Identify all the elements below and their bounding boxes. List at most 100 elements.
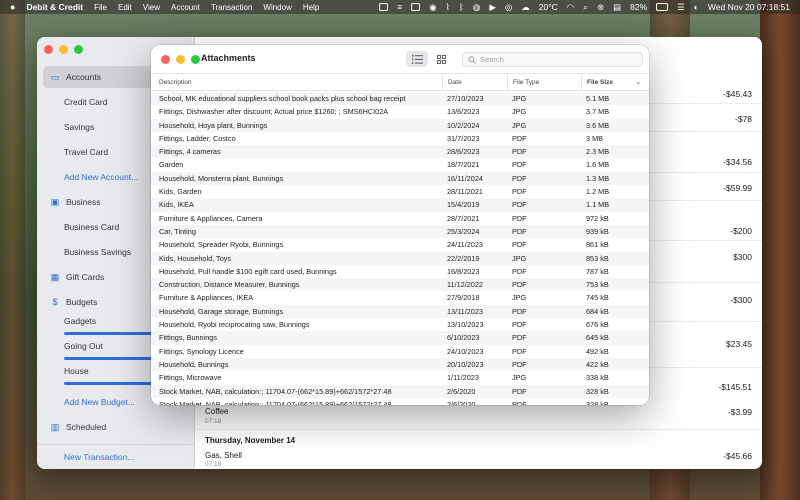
bluetooth-icon[interactable]: ᛒ xyxy=(459,2,464,12)
transaction-amount: -$59.99 xyxy=(723,183,752,193)
zoom-window-button[interactable] xyxy=(74,45,83,54)
cell-description: Fittings, 4 cameras xyxy=(159,147,221,157)
siri-icon[interactable]: ◐ xyxy=(694,2,699,12)
table-row[interactable]: Household, Ryobi reciprocating saw, Bunn… xyxy=(151,318,649,331)
attachments-toolbar: Attachments xyxy=(151,45,649,74)
table-row[interactable]: Household, Garage storage, Bunnings 13/11… xyxy=(151,304,649,319)
list-view-icon xyxy=(411,54,423,64)
wifi-icon[interactable]: ◠ xyxy=(567,2,574,13)
table-row[interactable]: Stock Market, NAB, calculation:; 11704.0… xyxy=(151,398,649,405)
search-field[interactable] xyxy=(462,52,643,67)
menu-edit[interactable]: Edit xyxy=(118,3,132,12)
transaction-time: 07:18 xyxy=(205,418,222,425)
cell-date: 16/8/2023 xyxy=(447,266,480,276)
table-row[interactable]: Kids, IKEA 15/4/2019 PDF 1.1 MB xyxy=(151,198,649,212)
column-header-date[interactable]: Date xyxy=(442,74,507,90)
table-row[interactable]: Car, Tinting 25/3/2024 PDF 939 kB xyxy=(151,224,649,239)
cell-date: 10/2/2024 xyxy=(447,120,480,130)
table-row[interactable]: Fittings, Ladder, Costco 31/7/2023 PDF 3 MB xyxy=(151,132,649,145)
row-divider xyxy=(195,429,762,430)
cell-description: Household, Bunnings xyxy=(159,359,229,369)
weather-temperature[interactable]: 20°C xyxy=(539,2,558,12)
cell-description: Household, Spreader Ryobi, Bunnings xyxy=(159,240,284,250)
menu-file[interactable]: File xyxy=(94,3,107,12)
search-input[interactable] xyxy=(480,55,630,64)
cell-date: 6/10/2023 xyxy=(447,333,480,343)
cell-date: 15/4/2019 xyxy=(447,200,480,210)
cell-file-size: 492 kB xyxy=(586,346,609,356)
cell-date: 22/2/2019 xyxy=(447,253,480,263)
user-status-icon[interactable]: ◎ xyxy=(505,2,512,13)
table-row[interactable]: Household, Pull handle $100 egift card u… xyxy=(151,265,649,278)
transaction-amount: $300 xyxy=(733,252,752,262)
battery-status-icon[interactable] xyxy=(411,3,421,11)
close-window-button[interactable] xyxy=(44,45,53,54)
close-window-button[interactable] xyxy=(161,55,170,64)
table-row[interactable]: Fittings, Synology Licence 24/10/2023 PDF 4… xyxy=(151,345,649,358)
transaction-title: Coffee xyxy=(205,407,229,416)
table-row[interactable]: Furniture & Appliances, Camera 28/7/2021 P… xyxy=(151,212,649,225)
control-icon[interactable]: ⊛ xyxy=(597,2,604,13)
status-app-icon[interactable] xyxy=(379,3,389,11)
minimize-window-button[interactable] xyxy=(59,45,68,54)
menu-view[interactable]: View xyxy=(143,3,160,12)
column-header-file-type[interactable]: File Type xyxy=(507,74,581,90)
new-transaction-label: New Transaction... xyxy=(64,452,135,462)
table-row[interactable]: Fittings, Microwave 1/11/2023 JPG 338 kB xyxy=(151,371,649,384)
table-row[interactable]: Furniture & Appliances, IKEA 27/9/2018 JPG… xyxy=(151,291,649,304)
weather-icon[interactable]: ☁ xyxy=(521,2,530,13)
day-heading: Thursday, November 14 xyxy=(205,436,296,445)
cell-file-type: PDF xyxy=(512,280,527,290)
table-row[interactable]: Household, Bunnings 20/10/2023 PDF 422 kB xyxy=(151,357,649,372)
search-menu-icon[interactable]: ⌕ xyxy=(583,2,588,13)
apple-menu-icon[interactable]: ● xyxy=(10,2,15,12)
menu-window[interactable]: Window xyxy=(263,3,291,12)
menu-account[interactable]: Account xyxy=(171,3,200,12)
table-row[interactable]: Household, Hoya plant, Bunnings 10/2/2024… xyxy=(151,118,649,132)
list-view-button[interactable] xyxy=(406,51,428,67)
flag-input-icon[interactable]: ▤ xyxy=(613,2,621,13)
table-row[interactable]: School, MK educational suppliers school … xyxy=(151,92,649,106)
list-status-icon[interactable]: ≡ xyxy=(397,2,402,12)
table-row[interactable]: Household, Spreader Ryobi, Bunnings 24/11… xyxy=(151,238,649,251)
sidebar-item-label: Business Card xyxy=(64,222,120,232)
grid-view-button[interactable] xyxy=(430,51,452,67)
table-row[interactable]: Household, Monsterra plant, Bunnings 16/1… xyxy=(151,171,649,186)
focus-status-icon[interactable]: ◍ xyxy=(473,2,480,13)
control-center-icon[interactable]: ☰ xyxy=(677,2,685,13)
new-transaction-button[interactable]: New Transaction... xyxy=(37,446,194,468)
credit-card-icon: ▭ xyxy=(50,72,60,82)
cell-date: 1/11/2023 xyxy=(447,373,479,383)
cell-description: Fittings, Dishwasher after discount; Act… xyxy=(159,107,389,117)
menu-transaction[interactable]: Transaction xyxy=(211,3,253,12)
cell-description: Fittings, Synology Licence xyxy=(159,346,244,356)
battery-icon[interactable] xyxy=(656,3,669,11)
column-header-file-size[interactable]: File Size ⌄ xyxy=(581,74,649,90)
table-row[interactable]: Kids, Household, Toys 22/2/2019 JPG 853 kB xyxy=(151,251,649,265)
clock[interactable]: Wed Nov 20 07:18:51 xyxy=(708,2,790,12)
cell-file-size: 745 kB xyxy=(586,293,609,303)
battery-percent[interactable]: 82% xyxy=(630,2,647,12)
cell-file-type: PDF xyxy=(512,333,527,343)
paperclip-status-icon[interactable]: ⌇ xyxy=(446,2,450,13)
play-status-icon[interactable]: ▶ xyxy=(489,2,496,13)
cell-file-size: 1.2 MB xyxy=(586,187,610,197)
zoom-window-button[interactable] xyxy=(191,55,200,64)
column-header-description[interactable]: Description xyxy=(159,74,444,90)
table-row[interactable]: Kids, Garden 28/11/2021 PDF 1.2 MB xyxy=(151,185,649,198)
search-icon xyxy=(468,55,476,64)
table-row[interactable]: Stock Market, NAB, calculation:; 11704.0… xyxy=(151,384,649,398)
table-row[interactable]: Fittings, 4 cameras 28/6/2023 PDF 2.3 MB xyxy=(151,145,649,159)
minimize-window-button[interactable] xyxy=(176,55,185,64)
cell-file-type: JPG xyxy=(512,107,527,117)
table-row[interactable]: Construction, Distance Measurer, Bunning… xyxy=(151,278,649,292)
app-menu[interactable]: Debit & Credit xyxy=(26,2,83,12)
budget-progress-going-out xyxy=(64,357,152,360)
sidebar-item-label: Budgets xyxy=(66,297,98,307)
table-row[interactable]: Fittings, Bunnings 6/10/2023 PDF 645 kB xyxy=(151,331,649,345)
sidebar-item-scheduled[interactable]: ▥ Scheduled xyxy=(43,416,188,438)
record-status-icon[interactable]: ◉ xyxy=(429,2,436,13)
table-row[interactable]: Fittings, Dishwasher after discount; Act… xyxy=(151,105,649,118)
menu-help[interactable]: Help xyxy=(303,3,319,12)
table-row[interactable]: Garden 18/7/2021 PDF 1.6 MB xyxy=(151,158,649,171)
